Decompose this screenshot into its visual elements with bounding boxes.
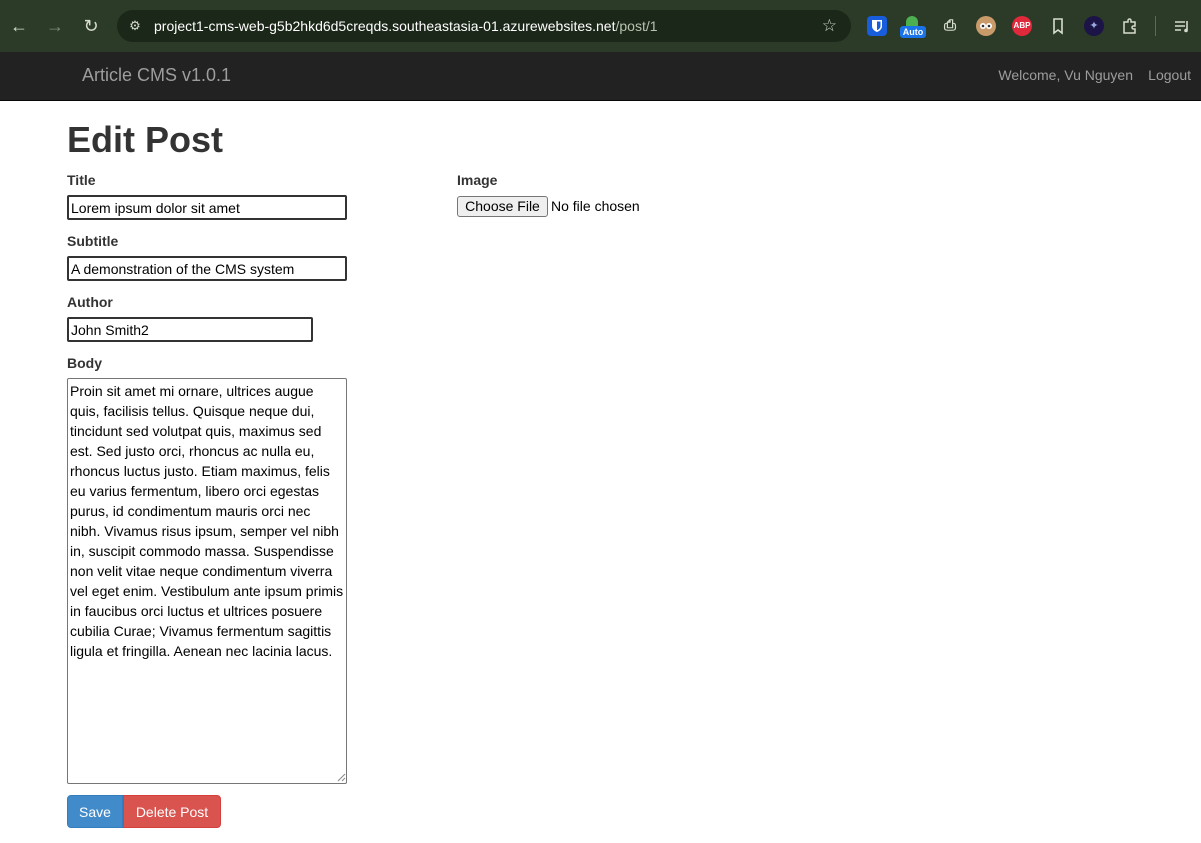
author-input[interactable]: John Smith2 xyxy=(67,317,313,342)
reload-icon[interactable]: ↻ xyxy=(79,14,103,38)
body-textarea[interactable]: Proin sit amet mi ornare, ultrices augue… xyxy=(67,378,347,784)
url-host: project1-cms-web-g5b2hkd6d5creqds.southe… xyxy=(154,18,616,34)
image-label: Image xyxy=(457,172,498,188)
bitwarden-extension-icon[interactable] xyxy=(867,16,887,36)
save-button[interactable]: Save xyxy=(67,795,123,828)
site-settings-icon[interactable]: ⚙ xyxy=(127,18,143,34)
back-icon[interactable]: ← xyxy=(7,14,31,38)
browser-toolbar: ← → ↻ ⚙ project1-cms-web-g5b2hkd6d5creqd… xyxy=(0,0,1201,52)
extensions-puzzle-icon[interactable] xyxy=(1120,16,1140,36)
brand-link[interactable]: Article CMS v1.0.1 xyxy=(82,65,231,86)
title-input[interactable]: Lorem ipsum dolor sit amet xyxy=(67,195,347,220)
auto-extension-dot xyxy=(906,16,918,26)
subtitle-input[interactable]: A demonstration of the CMS system xyxy=(67,256,347,281)
adblock-plus-icon[interactable]: ABP xyxy=(1012,16,1032,36)
auto-extension-icon[interactable]: Auto xyxy=(900,16,926,38)
welcome-message: Welcome, Vu Nguyen xyxy=(998,67,1133,83)
url-path: /post/1 xyxy=(615,18,658,34)
sparkle-extension-icon[interactable]: ✦ xyxy=(1084,16,1104,36)
url-text[interactable]: project1-cms-web-g5b2hkd6d5creqds.southe… xyxy=(154,18,658,34)
bookmark-star-icon[interactable]: ☆ xyxy=(822,16,837,36)
logout-link[interactable]: Logout xyxy=(1148,67,1191,83)
delete-post-button[interactable]: Delete Post xyxy=(123,795,221,828)
bookmarks-icon[interactable] xyxy=(1048,16,1068,36)
subtitle-label: Subtitle xyxy=(67,233,119,249)
address-bar[interactable]: ⚙ project1-cms-web-g5b2hkd6d5creqds.sout… xyxy=(117,10,851,42)
title-label: Title xyxy=(67,172,96,188)
auto-extension-badge: Auto xyxy=(900,26,926,38)
owl-extension-icon[interactable] xyxy=(976,16,996,36)
app-navbar: Article CMS v1.0.1 Welcome, Vu Nguyen Lo… xyxy=(0,52,1201,101)
textarea-resize-handle[interactable] xyxy=(337,773,346,782)
file-status-text: No file chosen xyxy=(551,198,640,214)
toolbar-divider xyxy=(1155,16,1156,36)
printer-extension-icon[interactable]: ⎙ xyxy=(940,16,960,36)
forward-icon[interactable]: → xyxy=(43,14,67,38)
body-label: Body xyxy=(67,355,102,371)
author-label: Author xyxy=(67,294,113,310)
page-title: Edit Post xyxy=(67,119,224,160)
choose-file-button[interactable]: Choose File xyxy=(457,196,548,217)
reading-list-icon[interactable] xyxy=(1172,16,1192,36)
